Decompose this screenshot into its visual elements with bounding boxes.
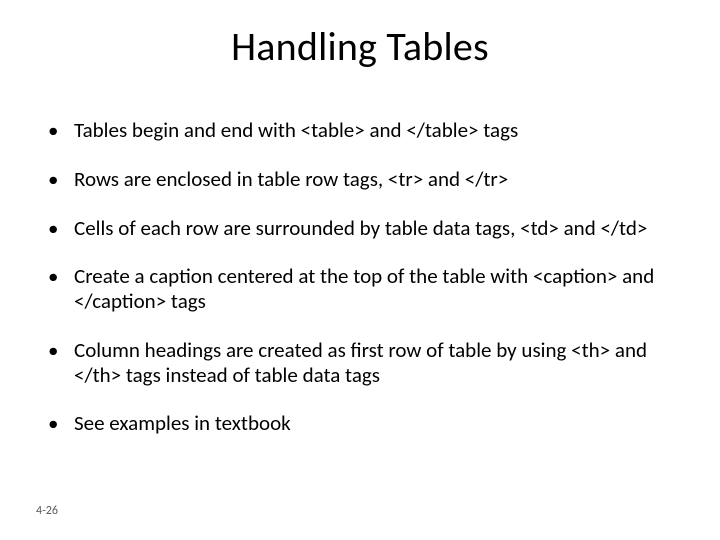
bullet-item: Rows are enclosed in table row tags, <tr… bbox=[46, 167, 676, 192]
bullet-item: Column headings are created as first row… bbox=[46, 338, 676, 388]
bullet-item: Tables begin and end with <table> and </… bbox=[46, 118, 676, 143]
slide: Handling Tables Tables begin and end wit… bbox=[0, 0, 720, 540]
slide-number: 4-26 bbox=[36, 504, 58, 518]
slide-title: Handling Tables bbox=[0, 22, 720, 71]
bullet-item: Create a caption centered at the top of … bbox=[46, 264, 676, 314]
bullet-item: Cells of each row are surrounded by tabl… bbox=[46, 216, 676, 241]
slide-body: Tables begin and end with <table> and </… bbox=[46, 118, 676, 460]
bullet-list: Tables begin and end with <table> and </… bbox=[46, 118, 676, 436]
bullet-item: See examples in textbook bbox=[46, 411, 676, 436]
